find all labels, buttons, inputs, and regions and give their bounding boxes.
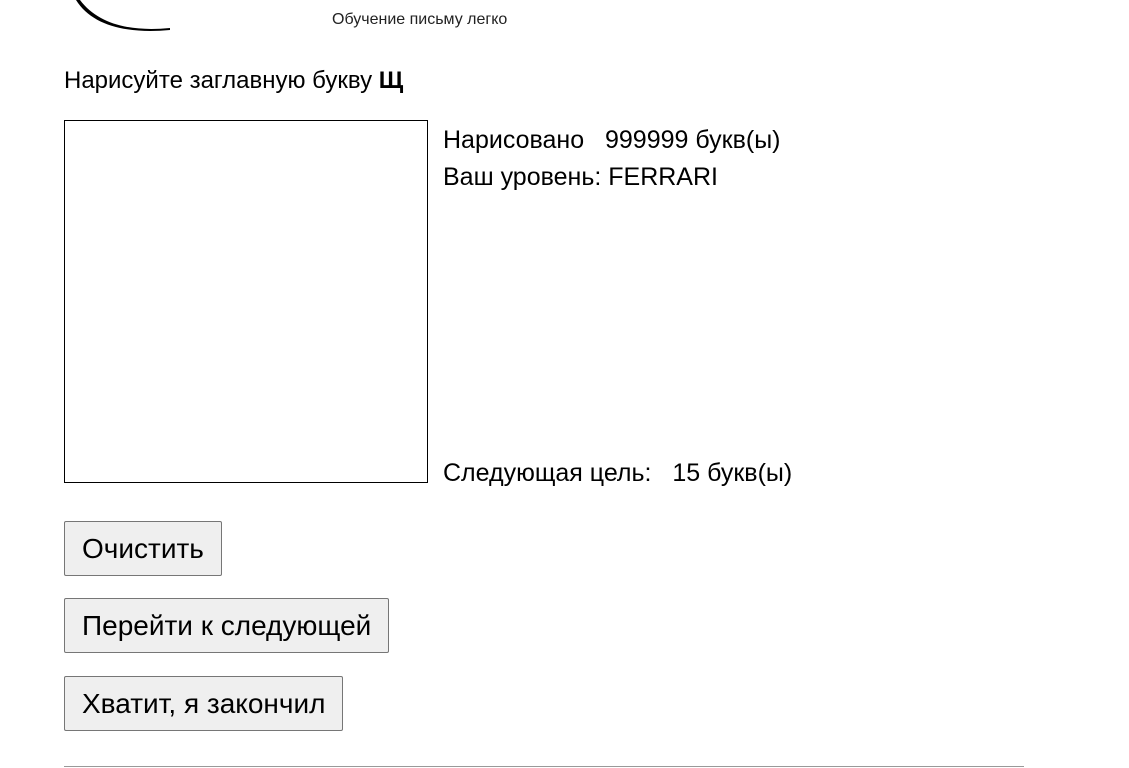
drawn-count: 999999: [604, 126, 689, 154]
clear-button[interactable]: Очистить: [64, 521, 222, 576]
drawn-unit: букв(ы): [695, 126, 781, 154]
page: Обучение письму легко Нарисуйте заглавну…: [0, 0, 1129, 768]
divider: [64, 766, 1024, 767]
task-prompt-text: Нарисуйте заглавную букву: [64, 67, 379, 94]
next-goal-label: Следующая цель:: [443, 459, 652, 487]
level-label: Ваш уровень:: [443, 163, 602, 191]
drawing-canvas[interactable]: [64, 120, 428, 483]
next-letter-button[interactable]: Перейти к следующей: [64, 598, 390, 653]
level-row: Ваш уровень: FERRARI: [443, 159, 780, 196]
stats-panel: Нарисовано 999999 букв(ы) Ваш уровень: F…: [443, 122, 780, 196]
tagline: Обучение письму легко: [332, 11, 508, 28]
level-value: FERRARI: [608, 163, 718, 191]
next-goal-count: 15: [672, 459, 701, 487]
next-goal-unit: букв(ы): [707, 459, 793, 487]
finish-button[interactable]: Хватит, я закончил: [64, 676, 344, 731]
crescent-logo-icon: [76, 0, 170, 31]
target-letter: Щ: [378, 67, 404, 94]
drawn-row: Нарисовано 999999 букв(ы): [443, 122, 780, 159]
drawn-label: Нарисовано: [443, 126, 585, 154]
next-goal-row: Следующая цель: 15 букв(ы): [443, 456, 792, 490]
task-prompt: Нарисуйте заглавную букву Щ: [64, 66, 403, 96]
